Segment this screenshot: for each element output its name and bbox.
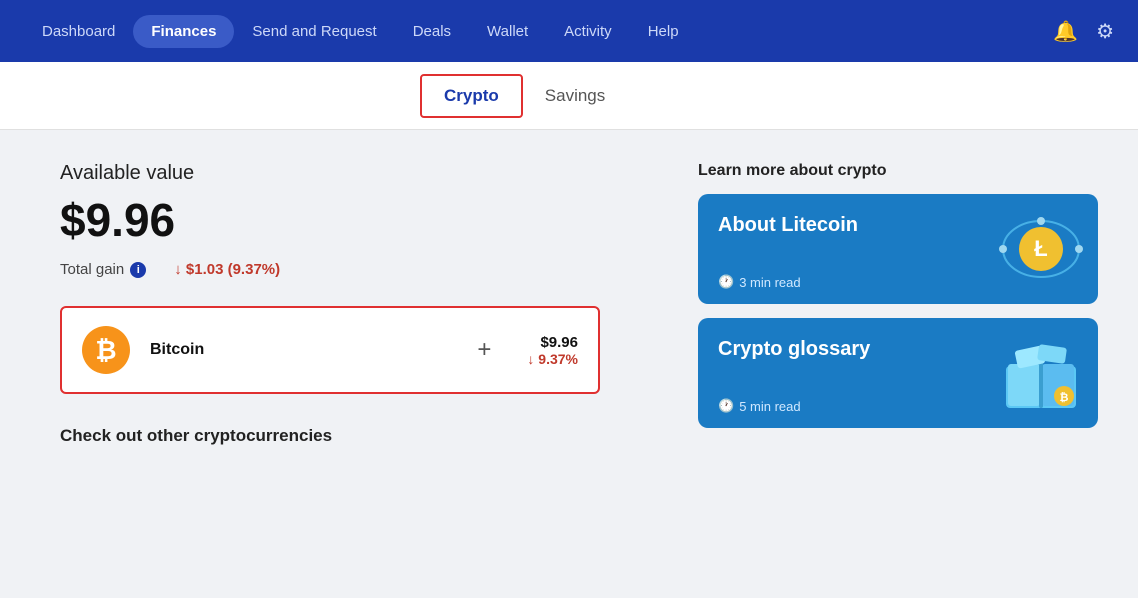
nav-item-deals[interactable]: Deals [395,15,469,48]
glossary-card-title: Crypto glossary [718,338,1078,361]
nav-item-wallet[interactable]: Wallet [469,15,546,48]
tabs-bar: Crypto Savings [0,62,1138,130]
litecoin-card-title: About Litecoin [718,214,1078,237]
litecoin-card[interactable]: About Litecoin 🕐 3 min read Ł [698,194,1098,304]
bitcoin-change: ↓ 9.37% [527,351,578,367]
tab-crypto[interactable]: Crypto [420,74,523,118]
bitcoin-logo: ₿ [82,326,130,374]
glossary-card-time: 🕐 5 min read [718,398,1078,414]
total-gain-value: ↓ $1.03 (9.37%) [174,261,280,278]
bitcoin-add-button[interactable]: + [477,336,491,364]
tab-savings[interactable]: Savings [523,76,627,116]
nav-item-activity[interactable]: Activity [546,15,630,48]
nav-item-help[interactable]: Help [630,15,697,48]
litecoin-card-time: 🕐 3 min read [718,274,1078,290]
clock-icon: 🕐 [718,274,734,290]
total-gain-row: Total gain i ↓ $1.03 (9.37%) [60,261,638,278]
main-content: Available value $9.96 Total gain i ↓ $1.… [0,130,1138,598]
notification-icon[interactable]: 🔔 [1053,19,1078,44]
bitcoin-name: Bitcoin [150,341,441,359]
svg-text:Ł: Ł [1034,236,1047,261]
left-panel: Available value $9.96 Total gain i ↓ $1.… [60,162,638,574]
settings-icon[interactable]: ⚙ [1096,19,1114,44]
check-other-label: Check out other cryptocurrencies [60,426,638,446]
bitcoin-values: $9.96 ↓ 9.37% [527,334,578,367]
right-panel: Learn more about crypto About Litecoin 🕐… [698,162,1098,574]
total-gain-text: Total gain [60,261,124,278]
navbar: Dashboard Finances Send and Request Deal… [0,0,1138,62]
bitcoin-amount: $9.96 [527,334,578,351]
total-gain-label: Total gain i [60,261,146,278]
nav-item-finances[interactable]: Finances [133,15,234,48]
available-label: Available value [60,162,638,185]
bitcoin-card[interactable]: ₿ Bitcoin + $9.96 ↓ 9.37% [60,306,600,394]
nav-item-dashboard[interactable]: Dashboard [24,15,133,48]
learn-label: Learn more about crypto [698,162,1098,180]
available-value: $9.96 [60,193,638,247]
glossary-card[interactable]: Crypto glossary 🕐 5 min read [698,318,1098,428]
clock-icon-2: 🕐 [718,398,734,414]
info-icon[interactable]: i [130,262,146,278]
nav-item-send-request[interactable]: Send and Request [234,15,394,48]
